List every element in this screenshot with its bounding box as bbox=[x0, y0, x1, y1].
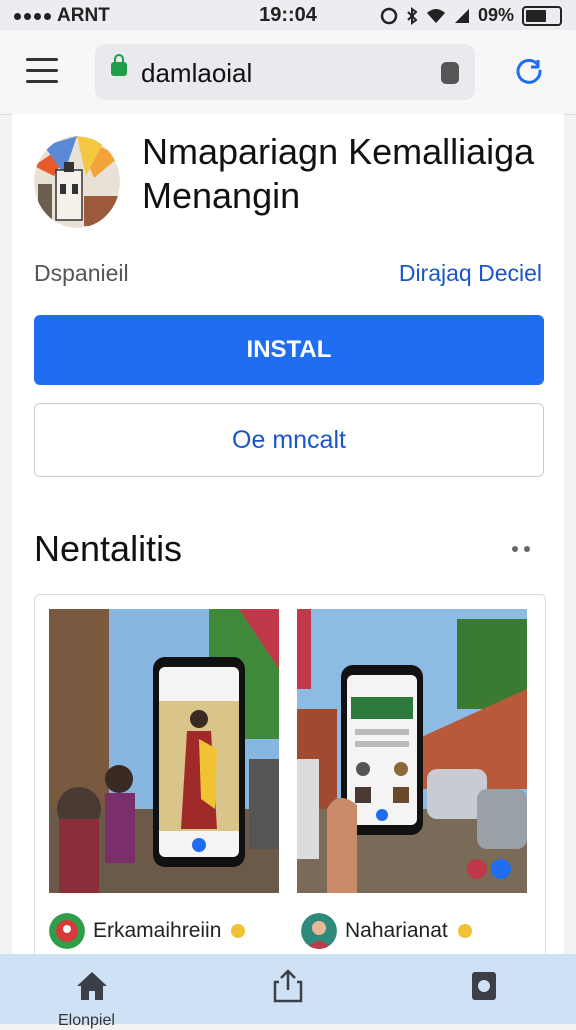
reload-icon[interactable] bbox=[514, 56, 544, 86]
smiley-icon bbox=[457, 924, 472, 938]
app-title: Nmapariagn Kemalliaiga Menangin bbox=[142, 131, 535, 216]
bottom-navigation: Elonpiel bbox=[0, 954, 576, 1029]
avatar bbox=[301, 913, 337, 949]
screenshots-carousel[interactable]: Erkamaihreiin Naharianat bbox=[34, 594, 546, 976]
developer-name-1: Erkamaihreiin bbox=[93, 919, 222, 942]
nav-label-home[interactable]: Elonpiel bbox=[58, 1012, 115, 1030]
developer-name[interactable]: Dspanieil bbox=[34, 260, 129, 287]
upload-icon[interactable] bbox=[272, 968, 304, 1004]
menu-icon[interactable] bbox=[26, 58, 58, 84]
alarm-icon bbox=[380, 7, 398, 24]
more-icon[interactable] bbox=[512, 546, 530, 552]
tabs-icon[interactable] bbox=[468, 968, 500, 1004]
browser-address-bar: damlaoial bbox=[0, 30, 576, 115]
open-button[interactable]: Oe mncalt bbox=[34, 403, 544, 477]
category-link[interactable]: Dirajaq Deciel bbox=[399, 260, 542, 287]
share-icon[interactable] bbox=[441, 62, 459, 84]
developer-name-2: Naharianat bbox=[345, 919, 448, 942]
battery-percent: 09% bbox=[477, 5, 514, 25]
home-icon[interactable] bbox=[74, 968, 110, 1004]
status-icons: 09% bbox=[380, 5, 562, 26]
smiley-icon bbox=[231, 924, 246, 938]
battery-icon bbox=[522, 5, 562, 26]
screenshot-image[interactable] bbox=[297, 609, 527, 893]
app-listing-card: Nmapariagn Kemalliaiga Menangin Dspaniei… bbox=[12, 114, 564, 976]
url-field[interactable]: damlaoial bbox=[95, 44, 475, 100]
screenshots-title: Nentalitis bbox=[34, 528, 183, 569]
install-button[interactable]: INSTAL bbox=[34, 315, 544, 385]
status-bar: ARNT 19::04 09% bbox=[0, 0, 576, 30]
bluetooth-icon bbox=[407, 6, 418, 25]
developer-row[interactable]: Erkamaihreiin bbox=[49, 913, 246, 949]
avatar bbox=[49, 913, 85, 949]
screenshot-image[interactable] bbox=[49, 609, 279, 893]
url-text: damlaoial bbox=[141, 58, 253, 88]
developer-row[interactable]: Naharianat bbox=[301, 913, 472, 949]
lock-icon bbox=[111, 54, 127, 76]
cellular-icon bbox=[454, 8, 469, 23]
wifi-icon bbox=[426, 8, 445, 23]
app-icon bbox=[34, 136, 120, 228]
